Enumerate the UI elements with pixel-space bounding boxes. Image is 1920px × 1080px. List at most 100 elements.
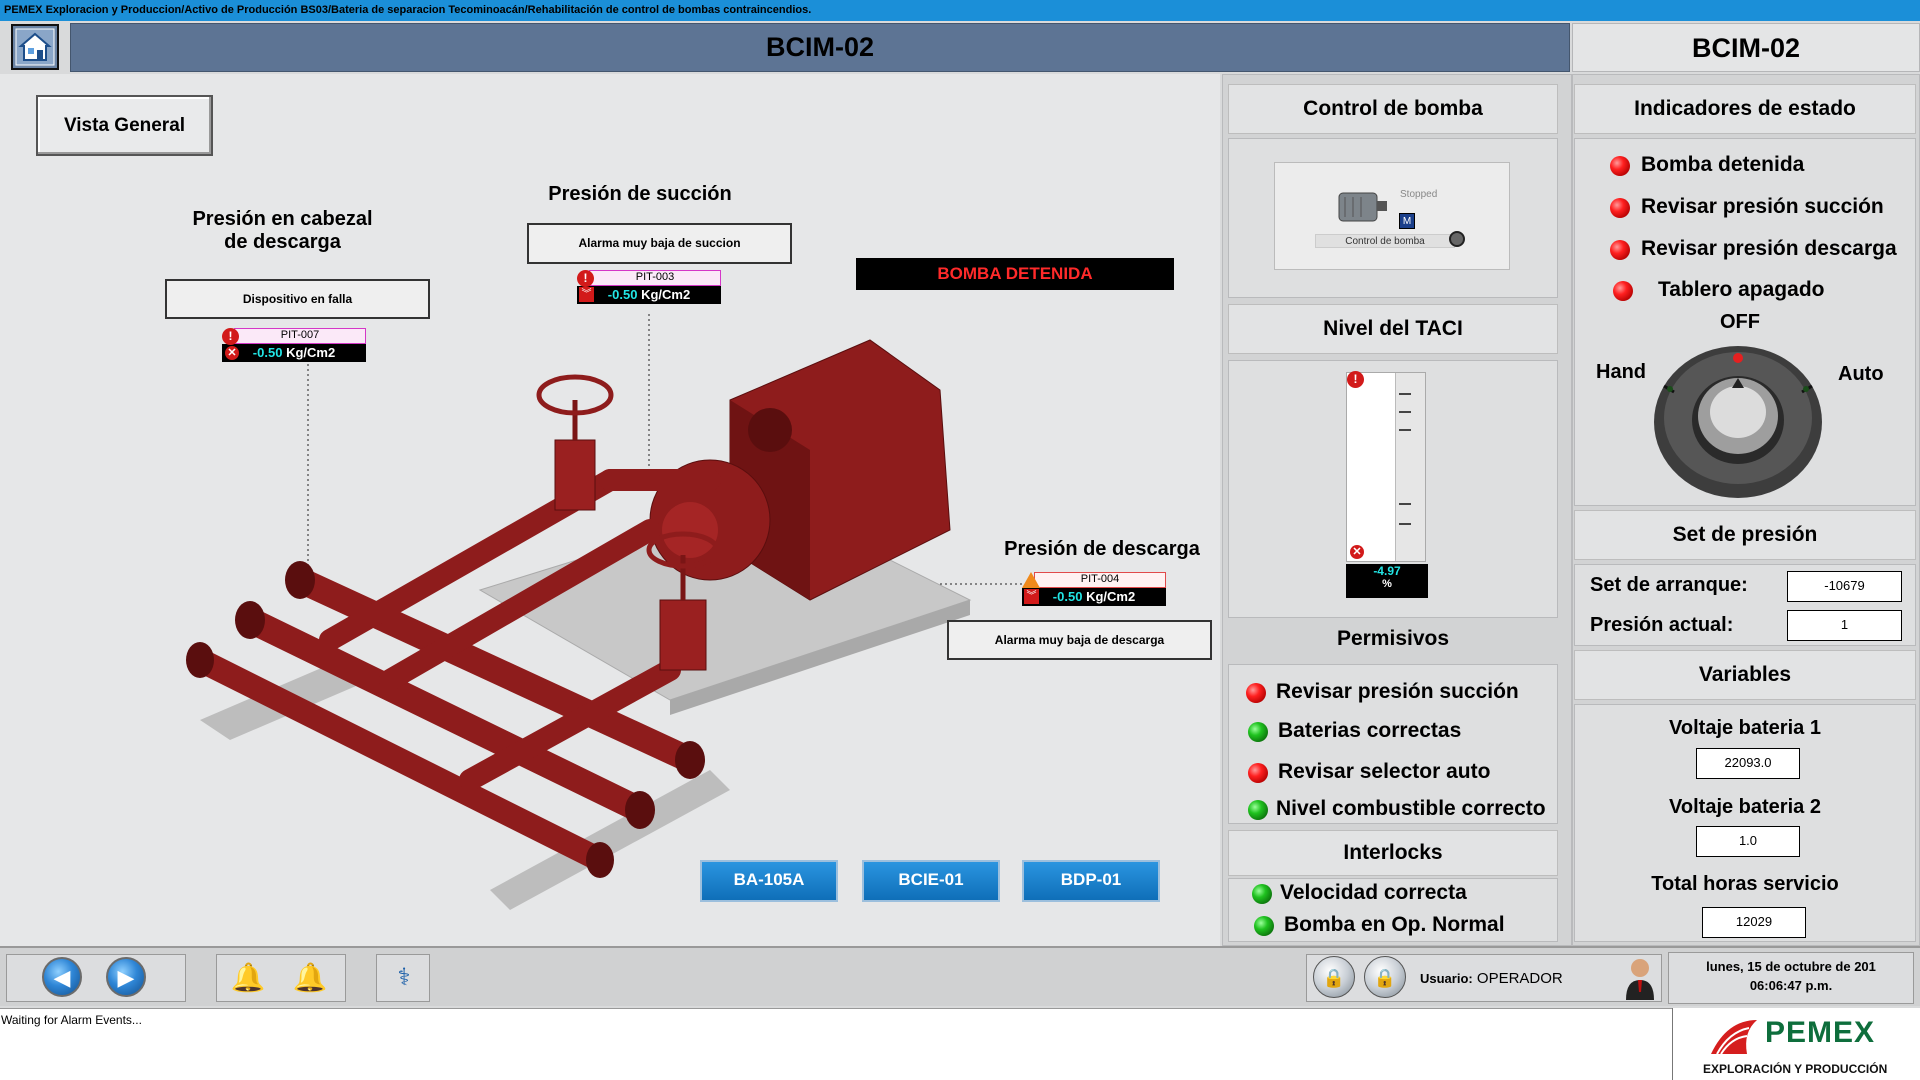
motor-label: Control de bomba [1315,234,1455,248]
pump-control-faceplate[interactable]: Stopped M Control de bomba [1274,162,1510,270]
presion-descarga-label: Presión de descarga [1004,538,1200,560]
selector-off-marker [1733,353,1743,363]
home-button[interactable] [11,24,59,70]
pit004-value-box: -0.50 Kg/Cm2 [1022,588,1166,606]
selector-off-label: OFF [1720,311,1760,333]
alarm-status-bar: Waiting for Alarm Events... [0,1008,1672,1080]
user-display: Usuario: OPERADOR [1420,970,1563,987]
datetime-panel: lunes, 15 de octubre de 201 06:06:47 p.m… [1668,952,1914,1004]
nav-bdp-01-button[interactable]: BDP-01 [1022,860,1160,902]
permisivo-label-1: Revisar presión succión [1276,680,1519,703]
voltaje-1-label: Voltaje bateria 1 [1669,717,1821,739]
permisivo-label-4: Nivel combustible correcto [1276,797,1546,820]
back-button[interactable]: ◀ [42,957,82,997]
nivel-taci-header: Nivel del TACI [1228,304,1558,354]
alarm-status-text: Waiting for Alarm Events... [1,1013,142,1027]
level-gauge: ! ✕ [1346,371,1426,562]
set-arranque-label: Set de arranque: [1590,574,1748,596]
tick [1399,523,1411,525]
pemex-subtitle: EXPLORACIÓN Y PRODUCCIÓN [1703,1062,1888,1076]
selector-switch[interactable] [1652,344,1824,500]
indicador-led-2 [1610,198,1630,218]
nav-history-group [6,954,186,1002]
tick [1399,393,1411,395]
tick [1399,503,1411,505]
interlock-led-1 [1252,884,1272,904]
user-avatar-icon [1626,959,1654,1000]
alarm-list-button[interactable]: 🔔 [228,958,268,998]
horas-label: Total horas servicio [1651,873,1839,895]
set-presion-header: Set de presión [1574,510,1916,560]
diagnostics-button[interactable]: ⚕ [384,958,424,998]
logout-button[interactable]: 🔒 [1364,956,1406,998]
usuario-label: Usuario: [1420,971,1473,986]
permisivos-header: Permisivos [1336,627,1450,650]
interlock-led-2 [1254,916,1274,936]
presion-actual-field: 1 [1787,610,1902,641]
interlock-label-1: Velocidad correcta [1280,881,1467,904]
lock-icon: 🔒 [1322,968,1346,988]
indicador-label-2: Revisar presión succión [1641,195,1884,218]
fault-x-icon: ✕ [1350,545,1364,559]
permisivo-label-2: Baterias correctas [1278,719,1462,742]
indicador-led-4 [1613,281,1633,301]
side-title: BCIM-02 [1572,23,1920,72]
level-unit: % [1382,578,1392,590]
pit004-unit: Kg/Cm2 [1086,589,1136,604]
tick [1399,429,1411,431]
permisivo-label-3: Revisar selector auto [1278,760,1491,783]
alarm-checklist-icon: 🔔 [230,962,266,993]
selector-auto-label: Auto [1838,363,1884,385]
pemex-logo: PEMEX EXPLORACIÓN Y PRODUCCIÓN [1672,1008,1920,1080]
pit004-value: -0.50 [1052,589,1083,604]
pit004-name: PIT-004 [1034,572,1166,588]
control-bomba-header: Control de bomba [1228,84,1558,134]
permisivo-led-2 [1248,722,1268,742]
indicador-label-1: Bomba detenida [1641,153,1805,176]
alarm-exclamation-icon: ! [1347,371,1364,388]
horas-field: 12029 [1702,907,1806,938]
alarm-history-button[interactable]: 🔔 [290,958,330,998]
login-button[interactable]: 🔒 [1313,956,1355,998]
pemex-eagle-icon [1711,1020,1757,1055]
usuario-value: OPERADOR [1476,970,1563,987]
permisivo-led-3 [1248,763,1268,783]
pump-illustration [186,339,972,910]
motor-state: Stopped [1400,189,1438,200]
lock-icon: 🔒 [1373,968,1397,988]
tick [1399,411,1411,413]
voltaje-2-label: Voltaje bateria 2 [1669,796,1821,818]
forward-button[interactable]: ▶ [106,957,146,997]
level-readout: -4.97 % [1346,564,1428,598]
indicador-led-3 [1610,240,1630,260]
low-low-icon: ︾ [1024,589,1039,604]
motor-status-indicator [1449,231,1465,247]
indicador-label-4: Tablero apagado [1658,278,1825,301]
alarm-clock-icon: 🔔 [292,962,328,993]
nav-bcie-01-button[interactable]: BCIE-01 [862,860,1000,902]
voltaje-2-field: 1.0 [1696,826,1800,857]
pemex-wordmark: PEMEX [1765,1016,1876,1049]
date-text: lunes, 15 de octubre de 201 [1706,959,1876,974]
permisivo-led-4 [1248,800,1268,820]
window-path: PEMEX Exploracion y Produccion/Activo de… [0,0,1920,21]
indicadores-header: Indicadores de estado [1574,84,1916,134]
selector-hand-label: Hand [1596,361,1646,383]
indicador-led-1 [1610,156,1630,176]
interlock-label-2: Bomba en Op. Normal [1284,913,1505,936]
set-arranque-input[interactable]: -10679 [1787,571,1902,602]
permisivo-led-1 [1246,683,1266,703]
time-text: 06:06:47 p.m. [1749,978,1833,993]
pit004-tag[interactable]: PIT-004 -0.50 Kg/Cm2 ︾ [1022,572,1166,606]
manual-mode-icon: M [1399,213,1415,229]
nav-ba-105a-button[interactable]: BA-105A [700,860,838,902]
arrow-left-icon: ◀ [53,965,71,990]
page-title: BCIM-02 [765,32,874,62]
level-scale [1395,373,1425,561]
arrow-right-icon: ▶ [117,965,135,990]
home-icon [15,28,55,66]
level-value: -4.97 [1373,564,1401,578]
voltaje-1-field: 22093.0 [1696,748,1800,779]
interlocks-header: Interlocks [1228,830,1558,876]
stethoscope-icon: ⚕ [397,964,411,991]
